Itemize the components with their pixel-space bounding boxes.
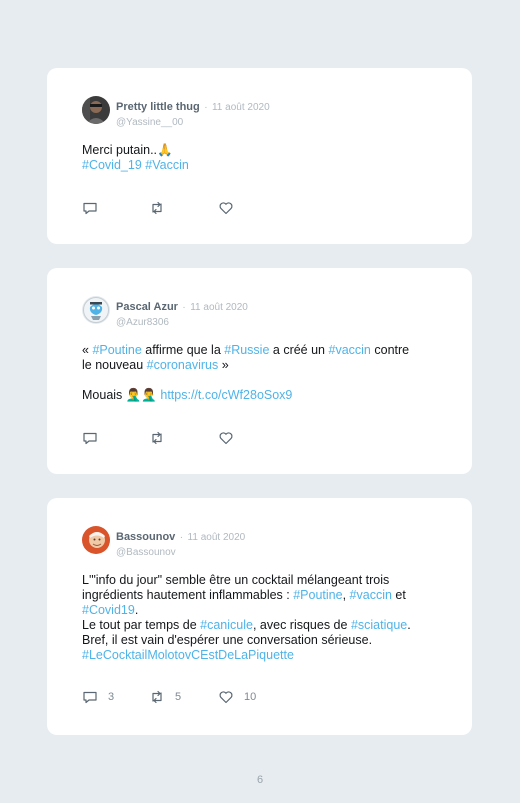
tweet-meta: Pascal Azur · 11 août 2020 @Azur8306 xyxy=(116,297,248,328)
hashtag-link[interactable]: #Covid_19 xyxy=(82,158,142,172)
hashtag-link[interactable]: #Covid19 xyxy=(82,603,135,617)
reply-button[interactable] xyxy=(82,200,108,216)
avatar[interactable] xyxy=(82,96,110,124)
retweet-count: 5 xyxy=(175,691,182,703)
like-button[interactable] xyxy=(218,200,244,216)
hashtag-link[interactable]: #vaccin xyxy=(350,588,392,602)
tweet-text-segment: contre xyxy=(370,343,410,357)
avatar[interactable] xyxy=(82,296,110,324)
author-handle[interactable]: @Azur8306 xyxy=(116,317,248,328)
tweet-text-segment: affirme que la xyxy=(141,343,225,357)
hashtag-link[interactable]: #Poutine xyxy=(92,343,141,357)
hashtag-link[interactable]: #Russie xyxy=(224,343,269,357)
tweet-text-segment: Le tout par temps de xyxy=(82,618,201,632)
hashtag-link[interactable]: #Vaccin xyxy=(145,158,189,172)
tweet-text: « #Poutine affirme que la #Russie a créé… xyxy=(82,343,442,403)
tweet-date[interactable]: 11 août 2020 xyxy=(212,102,270,113)
like-icon xyxy=(218,430,234,446)
tweet-date[interactable]: 11 août 2020 xyxy=(188,532,246,543)
reply-icon xyxy=(82,689,98,705)
tweet-card: Pascal Azur · 11 août 2020 @Azur8306 « #… xyxy=(47,268,472,474)
meta-separator: · xyxy=(179,532,184,543)
tweet-text: L'"info du jour" semble être un cocktail… xyxy=(82,573,442,663)
tweet-line: L'"info du jour" semble être un cocktail… xyxy=(82,573,442,588)
hashtag-link[interactable]: #sciatique xyxy=(351,618,407,632)
tweet-line: Bref, il est vain d'espérer une conversa… xyxy=(82,633,442,648)
hashtag-link[interactable]: #coronavirus xyxy=(147,358,219,372)
tweet-line: ingrédients hautement inflammables : #Po… xyxy=(82,588,442,603)
tweet-text-segment: ingrédients hautement inflammables : xyxy=(82,588,294,602)
hashtag-link[interactable]: #LeCocktailMolotovCEstDeLaPiquette xyxy=(82,648,294,662)
page-number: 6 xyxy=(256,774,264,786)
tweet-actions: 3 5 10 xyxy=(82,689,382,705)
retweet-icon xyxy=(149,200,165,216)
tweet-line: « #Poutine affirme que la #Russie a créé… xyxy=(82,343,442,358)
avatar[interactable] xyxy=(82,526,110,554)
retweet-icon xyxy=(149,689,165,705)
tweet-line: Mouais 🤦‍♂️🤦‍♂️ https://t.co/cWf28oSox9 xyxy=(82,388,442,403)
tweet-card: Pretty little thug · 11 août 2020 @Yassi… xyxy=(47,68,472,244)
tweet-meta: Pretty little thug · 11 août 2020 @Yassi… xyxy=(116,97,270,128)
like-button[interactable] xyxy=(218,430,244,446)
retweet-button[interactable]: 5 xyxy=(149,689,181,705)
like-count: 10 xyxy=(244,691,257,703)
tweet-text-segment: . xyxy=(134,603,139,617)
tweet-text-segment: » xyxy=(218,358,229,372)
tweet-actions xyxy=(82,430,382,446)
tweet-text-segment: Mouais 🤦‍♂️🤦‍♂️ xyxy=(82,388,161,402)
reply-icon xyxy=(82,200,98,216)
tweet-line: #Covid19. xyxy=(82,603,442,618)
tweet-text-segment: « xyxy=(82,343,93,357)
tweet-line: le nouveau #coronavirus » xyxy=(82,358,442,373)
reply-icon xyxy=(82,430,98,446)
tweet-text-segment: a créé un xyxy=(269,343,329,357)
tweet-text-segment: . xyxy=(407,618,411,632)
like-icon xyxy=(218,200,234,216)
tweet-text-segment: , avec risques de xyxy=(252,618,351,632)
reply-button[interactable]: 3 xyxy=(82,689,114,705)
meta-separator: · xyxy=(204,102,208,113)
author-name[interactable]: Bassounov xyxy=(116,531,175,543)
retweet-button[interactable] xyxy=(149,430,175,446)
retweet-icon xyxy=(149,430,165,446)
reply-count: 3 xyxy=(108,691,115,703)
tweet-date[interactable]: 11 août 2020 xyxy=(190,302,248,313)
tweet-actions xyxy=(82,200,382,216)
tweet-line: Le tout par temps de #canicule, avec ris… xyxy=(82,618,442,633)
hashtag-link[interactable]: #Poutine xyxy=(293,588,342,602)
tweet-text: Merci putain..🙏 #Covid_19 #Vaccin xyxy=(82,143,442,173)
tweet-line: Merci putain..🙏 xyxy=(82,143,442,158)
tweet-meta: Bassounov · 11 août 2020 @Bassounov xyxy=(116,527,245,558)
like-icon xyxy=(218,689,234,705)
reply-button[interactable] xyxy=(82,430,108,446)
tweet-line: #LeCocktailMolotovCEstDeLaPiquette xyxy=(82,648,442,663)
tweet-link[interactable]: https://t.co/cWf28oSox9 xyxy=(160,388,292,402)
tweet-text-segment: , xyxy=(342,588,350,602)
meta-separator: · xyxy=(182,302,186,313)
hashtag-link[interactable]: #vaccin xyxy=(329,343,371,357)
retweet-button[interactable] xyxy=(149,200,175,216)
author-handle[interactable]: @Bassounov xyxy=(116,547,245,558)
author-name[interactable]: Pretty little thug xyxy=(116,101,200,113)
tweet-text-segment: Merci putain..🙏 xyxy=(82,143,173,157)
hashtag-link[interactable]: #canicule xyxy=(200,618,253,632)
author-handle[interactable]: @Yassine__00 xyxy=(116,117,270,128)
tweet-text-segment: L'"info du jour" semble être un cocktail… xyxy=(82,573,390,587)
tweet-card: Bassounov · 11 août 2020 @Bassounov L'"i… xyxy=(47,498,472,735)
tweet-line: #Covid_19 #Vaccin xyxy=(82,158,442,173)
author-name[interactable]: Pascal Azur xyxy=(116,301,178,313)
tweet-text-segment: Bref, il est vain d'espérer une conversa… xyxy=(82,633,373,647)
like-button[interactable]: 10 xyxy=(218,689,256,705)
tweet-text-segment: et xyxy=(391,588,406,602)
tweet-text-segment: le nouveau xyxy=(82,358,147,372)
